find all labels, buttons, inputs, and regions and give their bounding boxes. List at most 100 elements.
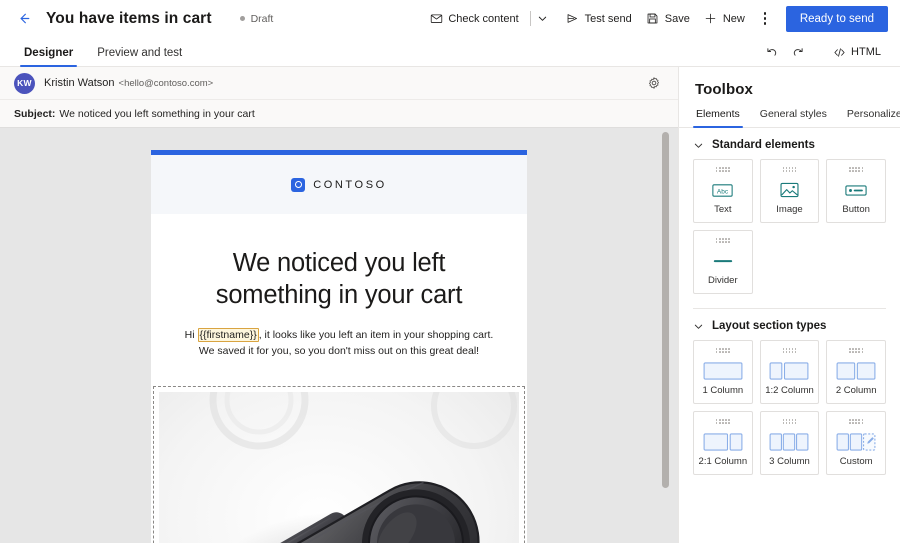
product-image[interactable]: [159, 392, 519, 543]
email-editor-pane: KW Kristin Watson <hello@contoso.com> Su…: [0, 67, 678, 543]
drag-handle-icon[interactable]: [715, 348, 730, 353]
contoso-logo-text: CONTOSO: [313, 178, 387, 191]
layout-2-1col-icon: [703, 432, 743, 453]
layout-card-1-column[interactable]: 1 Column: [693, 340, 753, 404]
tab-personalize[interactable]: Personalize: [844, 108, 900, 127]
tab-general-styles[interactable]: General styles: [757, 108, 830, 127]
contoso-logo: CONTOSO: [291, 177, 387, 192]
layout-1col-icon: [703, 361, 743, 382]
layout-custom-icon: [836, 432, 876, 453]
drag-handle-icon[interactable]: [849, 419, 864, 424]
subject-value: We noticed you left something in your ca…: [59, 107, 255, 120]
drag-handle-icon[interactable]: [782, 348, 797, 353]
body-line1-rest: , it looks like you left an item in your…: [258, 329, 494, 342]
email-body-text: Hi {{firstname}}, it looks like you left…: [175, 328, 503, 360]
tab-preview-and-test[interactable]: Preview and test: [91, 47, 188, 66]
email-logo-section[interactable]: CONTOSO: [151, 155, 527, 214]
layout-2col-icon: [836, 361, 876, 382]
earbuds-photo-illustration: [159, 392, 519, 543]
drag-handle-icon[interactable]: [849, 167, 864, 172]
email-image-section[interactable]: [153, 386, 525, 543]
canvas-scrollbar-thumb[interactable]: [662, 132, 669, 489]
status-label: Draft: [250, 12, 274, 25]
drag-handle-icon[interactable]: [849, 348, 864, 353]
element-card-button-label: Button: [842, 204, 870, 215]
email-document: CONTOSO We noticed you left something in…: [151, 150, 527, 543]
section-layout-types-header[interactable]: Layout section types: [679, 309, 900, 340]
drag-handle-icon[interactable]: [782, 419, 797, 424]
drag-handle-icon[interactable]: [715, 167, 730, 172]
designer-tab-row: Designer Preview and test HTML: [0, 37, 900, 67]
tab-elements[interactable]: Elements: [693, 108, 743, 128]
element-card-text-label: Text: [714, 204, 732, 215]
floppy-disk-icon: [646, 12, 660, 26]
element-card-image[interactable]: Image: [759, 159, 820, 223]
canvas-scrollbar[interactable]: [662, 132, 669, 519]
element-card-button[interactable]: Button: [826, 159, 886, 223]
toolbox-title: Toolbox: [695, 81, 753, 98]
sender-name: Kristin Watson: [44, 77, 115, 89]
paper-plane-icon: [566, 12, 580, 26]
layout-card-custom-label: Custom: [839, 456, 873, 467]
gear-icon[interactable]: [644, 73, 664, 93]
email-canvas: CONTOSO We noticed you left something in…: [0, 128, 678, 543]
layout-card-custom[interactable]: Custom: [826, 411, 886, 475]
element-card-image-label: Image: [776, 204, 803, 215]
html-view-button[interactable]: HTML: [825, 40, 888, 64]
personalization-token[interactable]: {{firstname}}: [197, 328, 259, 343]
tab-designer[interactable]: Designer: [18, 47, 79, 67]
plus-icon: [704, 12, 718, 26]
section-layout-types-title: Layout section types: [712, 320, 827, 332]
canvas-scroll-area: CONTOSO We noticed you left something in…: [0, 128, 678, 543]
subject-label: Subject:: [14, 107, 56, 120]
standard-elements-grid: Abc Text Image Button Divider: [679, 159, 900, 294]
chevron-down-icon: [693, 321, 704, 332]
layout-card-2-column-label: 2 Column: [835, 385, 877, 396]
element-card-text[interactable]: Abc Text: [693, 159, 753, 223]
avatar: KW: [14, 72, 35, 94]
more-dots: [763, 12, 767, 25]
status-badge: Draft: [239, 12, 274, 25]
drag-handle-icon[interactable]: [715, 419, 730, 424]
command-divider: [529, 11, 531, 26]
status-dot-icon: [239, 16, 245, 21]
ready-to-send-button[interactable]: Ready to send: [785, 5, 888, 32]
layout-3col-icon: [769, 432, 809, 453]
new-button[interactable]: New: [697, 6, 752, 32]
topbar-actions: Check content Test send Save New Ready t…: [422, 5, 888, 32]
email-designer-app: You have items in cart Draft Check conte…: [0, 0, 900, 543]
element-card-divider-label: Divider: [708, 275, 738, 286]
layout-card-3-column-label: 3 Column: [769, 456, 810, 467]
back-arrow-icon[interactable]: [14, 9, 34, 29]
check-content-chevron-down-icon[interactable]: [533, 6, 553, 32]
layout-card-1-2-column-label: 1:2 Column: [765, 385, 814, 396]
layout-card-1-2-column[interactable]: 1:2 Column: [759, 340, 820, 404]
layout-card-1-column-label: 1 Column: [702, 385, 744, 396]
layout-card-2-1-column[interactable]: 2:1 Column: [693, 411, 753, 475]
image-icon: [780, 180, 799, 201]
divider-icon: [712, 251, 734, 272]
section-standard-elements-header[interactable]: Standard elements: [679, 128, 900, 159]
element-card-divider[interactable]: Divider: [693, 230, 753, 294]
check-content-button[interactable]: Check content: [422, 6, 525, 32]
chevron-down-icon: [693, 140, 704, 151]
undo-icon[interactable]: [759, 40, 785, 64]
more-vertical-icon[interactable]: [754, 6, 776, 32]
drag-handle-icon[interactable]: [782, 167, 797, 172]
text-abc-icon: Abc: [712, 180, 733, 201]
test-send-button[interactable]: Test send: [559, 6, 639, 32]
sender-row: KW Kristin Watson <hello@contoso.com>: [0, 67, 678, 99]
envelope-check-icon: [429, 12, 443, 26]
layout-card-2-1-column-label: 2:1 Column: [698, 456, 748, 467]
layout-1-2col-icon: [769, 361, 809, 382]
toolbox-panel: Toolbox Elements General styles Personal…: [678, 67, 900, 543]
subject-row[interactable]: Subject: We noticed you left something i…: [0, 99, 678, 128]
layout-card-3-column[interactable]: 3 Column: [759, 411, 820, 475]
redo-icon[interactable]: [785, 40, 811, 64]
save-button[interactable]: Save: [639, 6, 697, 32]
html-label: HTML: [851, 46, 881, 58]
drag-handle-icon[interactable]: [715, 238, 730, 243]
layout-card-2-column[interactable]: 2 Column: [826, 340, 886, 404]
email-hero-section[interactable]: We noticed you left something in your ca…: [151, 214, 527, 381]
check-content-label: Check content: [448, 12, 519, 25]
